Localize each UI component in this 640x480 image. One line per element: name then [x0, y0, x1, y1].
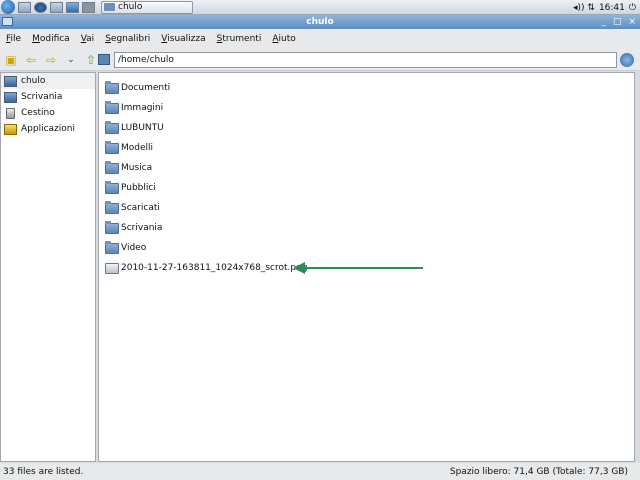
free-space: Spazio libero: 71,4 GB (Totale: 77,3 GB) [449, 466, 628, 477]
list-item[interactable]: Video [105, 240, 146, 256]
list-item[interactable]: Musica [105, 160, 152, 176]
sidebar-item-scrivania[interactable]: Scrivania [1, 89, 95, 105]
sidebar: chulo Scrivania Cestino Applicazioni [0, 72, 96, 462]
taskbar-window-label: chulo [118, 2, 143, 12]
folder-icon [105, 200, 119, 214]
workspace-2-icon[interactable] [82, 1, 95, 13]
window-titlebar[interactable]: chulo _ □ × [0, 15, 640, 29]
menubar: File Modifica Vai Segnalibri Visualizza … [0, 29, 640, 49]
sidebar-item-label: Cestino [21, 108, 55, 118]
file-name: Documenti [121, 83, 171, 93]
minimize-button[interactable]: _ [601, 17, 606, 27]
menu-visualizza[interactable]: Visualizza [159, 33, 207, 45]
window-icon[interactable] [2, 17, 13, 26]
file-name: Musica [121, 163, 153, 173]
list-item[interactable]: LUBUNTU [105, 120, 164, 136]
sidebar-item-cestino[interactable]: Cestino [1, 105, 95, 121]
file-count: 33 files are listed. [3, 466, 84, 477]
top-panel: chulo ◂)) ⇅ 16:41 ⏻ [0, 0, 640, 15]
browser-icon[interactable] [34, 1, 47, 13]
list-item[interactable]: Documenti [105, 80, 170, 96]
arrow-line [303, 267, 423, 269]
close-button[interactable]: × [628, 17, 636, 27]
workspace-1-icon[interactable] [66, 1, 79, 13]
home-folder-icon [4, 75, 17, 87]
sidebar-item-label: Scrivania [21, 92, 63, 102]
file-manager-icon[interactable] [18, 1, 31, 13]
folder-icon [105, 80, 119, 94]
back-arrow-icon[interactable]: ⇦ [24, 53, 38, 67]
desktop-icon [4, 91, 17, 103]
folder-icon [105, 160, 119, 174]
taskbar-window-button[interactable]: chulo [101, 0, 193, 14]
image-file-icon [105, 262, 119, 274]
go-icon[interactable] [620, 53, 634, 67]
applications-icon [4, 123, 17, 135]
file-name: Video [121, 243, 147, 253]
folder-icon [104, 3, 115, 11]
list-item[interactable]: Immagini [105, 100, 163, 116]
menu-launcher-icon[interactable] [1, 0, 15, 14]
file-name: Scrivania [121, 223, 163, 233]
annotation-arrow [293, 262, 423, 274]
window-title: chulo [306, 17, 334, 27]
trash-icon [6, 107, 15, 119]
maximize-button[interactable]: □ [613, 17, 622, 27]
file-name: Modelli [121, 143, 154, 153]
menu-strumenti[interactable]: Strumenti [215, 33, 264, 45]
folder-icon [105, 240, 119, 254]
menu-modifica[interactable]: Modifica [30, 33, 72, 45]
clock[interactable]: 16:41 [599, 3, 625, 13]
list-item[interactable]: Modelli [105, 140, 153, 156]
folder-icon [105, 140, 119, 154]
power-icon[interactable]: ⏻ [629, 3, 636, 13]
list-item[interactable]: 2010-11-27-163811_1024x768_scrot.png [105, 260, 307, 276]
new-tab-icon[interactable]: ▣ [4, 53, 18, 67]
sidebar-item-label: Applicazioni [21, 124, 75, 134]
folder-icon [105, 100, 119, 114]
menu-vai[interactable]: Vai [79, 33, 96, 45]
sidebar-item-applicazioni[interactable]: Applicazioni [1, 121, 95, 137]
menu-segnalibri[interactable]: Segnalibri [103, 33, 152, 45]
window-controls: _ □ × [601, 15, 636, 29]
volume-network-icon[interactable]: ◂)) ⇅ [573, 3, 595, 13]
history-dropdown-icon[interactable]: ⌄ [64, 53, 78, 67]
toolbar: ▣ ⇦ ⇨ ⌄ ⇧ [0, 49, 640, 71]
up-folder-icon[interactable]: ⇧ [84, 53, 98, 67]
folder-icon [105, 120, 119, 134]
folder-icon [105, 220, 119, 234]
file-name: Immagini [121, 103, 164, 113]
show-desktop-icon[interactable] [50, 1, 63, 13]
statusbar: 33 files are listed. Spazio libero: 71,4… [0, 463, 640, 480]
list-item[interactable]: Pubblici [105, 180, 156, 196]
path-input[interactable] [114, 52, 617, 68]
forward-arrow-icon[interactable]: ⇨ [44, 53, 58, 67]
file-name: LUBUNTU [121, 123, 164, 133]
menu-aiuto[interactable]: Aiuto [270, 33, 297, 45]
file-name: Pubblici [121, 183, 156, 193]
sidebar-item-label: chulo [21, 76, 46, 86]
file-name: Scaricati [121, 203, 160, 213]
folder-icon [105, 180, 119, 194]
list-item[interactable]: Scaricati [105, 200, 160, 216]
sidebar-item-chulo[interactable]: chulo [1, 73, 95, 89]
home-icon[interactable] [98, 54, 110, 65]
file-name: 2010-11-27-163811_1024x768_scrot.png [121, 263, 308, 273]
list-item[interactable]: Scrivania [105, 220, 162, 236]
menu-file[interactable]: File [4, 33, 23, 45]
system-tray: ◂)) ⇅ 16:41 ⏻ [573, 0, 640, 15]
